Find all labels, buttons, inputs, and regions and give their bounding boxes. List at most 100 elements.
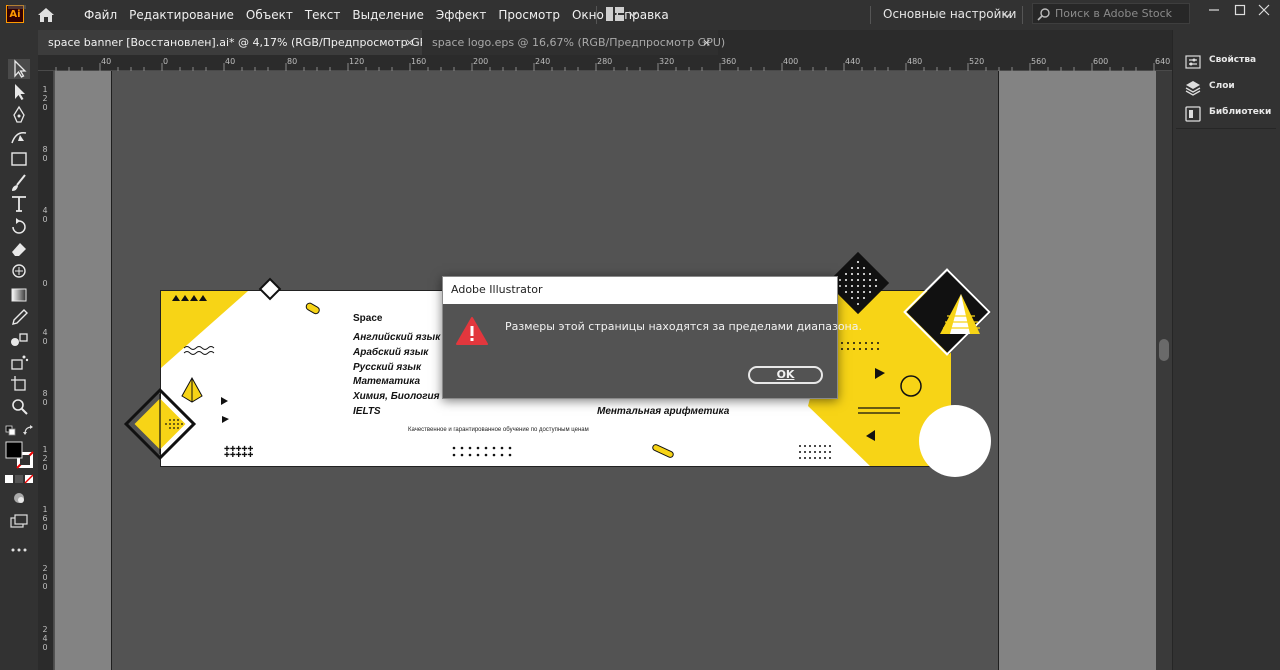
default-colors-icon[interactable] bbox=[5, 425, 19, 437]
svg-text:✚✚✚✚✚: ✚✚✚✚✚ bbox=[224, 451, 253, 459]
selection-tool[interactable] bbox=[8, 59, 30, 79]
artboard-icon bbox=[11, 376, 26, 391]
panel-layers[interactable]: Слои bbox=[1185, 78, 1280, 98]
ruler-label: 280 bbox=[597, 57, 613, 66]
horizontal-ruler[interactable]: 40 0 40 80 120 160 200 240 280 320 360 4… bbox=[38, 55, 1172, 71]
screen-mode-icon[interactable] bbox=[10, 513, 28, 529]
close-tab-icon[interactable]: × bbox=[702, 30, 711, 55]
pen-icon bbox=[13, 105, 25, 123]
panel-label: Слои bbox=[1209, 81, 1235, 91]
banner-course: Химия, Биология bbox=[353, 391, 440, 402]
search-icon bbox=[1037, 8, 1050, 21]
ruler-label: 80 bbox=[287, 57, 298, 66]
symbol-sprayer-tool[interactable] bbox=[8, 352, 30, 372]
ruler-label: 40 bbox=[225, 57, 236, 66]
workspace-switcher[interactable]: Основные настройки bbox=[883, 0, 1016, 28]
home-icon[interactable] bbox=[36, 5, 56, 25]
warning-icon bbox=[456, 317, 488, 345]
artboard-tool[interactable] bbox=[8, 374, 30, 394]
direct-selection-tool[interactable] bbox=[8, 82, 30, 102]
ruler-label: 2 0 0 bbox=[42, 564, 48, 591]
type-t-icon bbox=[12, 196, 26, 212]
zoom-tool[interactable] bbox=[8, 397, 30, 417]
warp-icon bbox=[12, 264, 26, 278]
menu-edit[interactable]: Редактирование bbox=[123, 0, 240, 30]
blend-tool[interactable] bbox=[8, 330, 30, 350]
ruler-label: 2 4 0 bbox=[42, 625, 48, 652]
menu-window[interactable]: Окно bbox=[566, 0, 610, 30]
ruler-label: 520 bbox=[969, 57, 985, 66]
banner-course: Английский язык bbox=[353, 332, 441, 343]
panel-label: Библиотеки bbox=[1209, 107, 1272, 117]
paintbrush-tool[interactable] bbox=[8, 173, 30, 193]
main-menu: Файл Редактирование Объект Текст Выделен… bbox=[78, 0, 675, 30]
curvature-pen-icon bbox=[11, 131, 27, 144]
pen-tool[interactable] bbox=[8, 105, 30, 125]
zoom-icon bbox=[12, 399, 28, 415]
fill-stroke-swatch[interactable] bbox=[5, 441, 35, 471]
eraser-icon bbox=[12, 243, 26, 256]
type-tool[interactable] bbox=[8, 194, 30, 214]
menu-effect[interactable]: Эффект bbox=[430, 0, 493, 30]
puppet-warp-tool[interactable] bbox=[8, 261, 30, 281]
gradient-tool[interactable] bbox=[8, 285, 30, 305]
rotate-tool[interactable] bbox=[8, 217, 30, 237]
curvature-tool[interactable] bbox=[8, 127, 30, 147]
menu-divider bbox=[596, 6, 597, 24]
stock-search-box[interactable] bbox=[1032, 3, 1190, 24]
ruler-label: 40 bbox=[101, 57, 112, 66]
close-tab-icon[interactable]: × bbox=[405, 30, 414, 55]
ruler-label: 600 bbox=[1093, 57, 1109, 66]
paintbrush-icon bbox=[12, 174, 26, 191]
ruler-label: 440 bbox=[845, 57, 861, 66]
more-tools-icon[interactable] bbox=[10, 546, 28, 554]
scrollbar-thumb[interactable] bbox=[1159, 339, 1169, 361]
ok-button[interactable]: OK bbox=[748, 366, 823, 384]
tab-label: space banner [Восстановлен].ai* @ 4,17% … bbox=[48, 36, 439, 49]
menu-object[interactable]: Объект bbox=[240, 0, 299, 30]
minimize-icon[interactable] bbox=[1208, 4, 1220, 16]
panel-grip-icon[interactable] bbox=[6, 4, 28, 10]
menu-view[interactable]: Просмотр bbox=[492, 0, 566, 30]
ruler-label: 360 bbox=[721, 57, 737, 66]
tab-space-logo[interactable]: space logo.eps @ 16,67% (RGB/Предпросмот… bbox=[422, 30, 725, 55]
rectangle-tool[interactable] bbox=[8, 149, 30, 169]
menu-divider bbox=[870, 6, 871, 24]
banner-course: Математика bbox=[353, 376, 421, 387]
banner-course: IELTS bbox=[353, 406, 381, 417]
chevron-down-icon[interactable] bbox=[628, 9, 638, 19]
vertical-ruler[interactable]: 1 2 0 8 0 4 0 0 4 0 8 0 1 2 0 1 6 0 2 0 … bbox=[38, 71, 54, 670]
ruler-label: 1 2 0 bbox=[42, 85, 48, 112]
swap-colors-icon[interactable] bbox=[23, 425, 35, 437]
tab-space-banner[interactable]: space banner [Восстановлен].ai* @ 4,17% … bbox=[38, 30, 439, 55]
eraser-tool[interactable] bbox=[8, 239, 30, 259]
ruler-label: 640 bbox=[1155, 57, 1171, 66]
stock-search-input[interactable] bbox=[1055, 5, 1185, 22]
menu-type[interactable]: Текст bbox=[299, 0, 347, 30]
vertical-scrollbar[interactable] bbox=[1156, 71, 1172, 670]
banner-tagline: Качественное и гарантированное обучение … bbox=[408, 427, 589, 433]
dialog-title: Adobe Illustrator bbox=[451, 283, 543, 296]
chevron-down-icon[interactable] bbox=[1002, 10, 1012, 20]
ruler-label: 560 bbox=[1031, 57, 1047, 66]
arrange-documents-icon[interactable] bbox=[606, 7, 624, 21]
close-icon[interactable] bbox=[1258, 4, 1270, 16]
eyedropper-tool[interactable] bbox=[8, 308, 30, 328]
rotate-icon bbox=[12, 218, 26, 234]
ok-button-label: OK bbox=[776, 368, 795, 381]
right-panel-dock bbox=[1172, 30, 1280, 670]
gradient-icon bbox=[11, 288, 27, 302]
banner-course: Русский язык bbox=[353, 362, 422, 373]
menu-file[interactable]: Файл bbox=[78, 0, 123, 30]
banner-title: Space bbox=[353, 313, 383, 324]
menu-select[interactable]: Выделение bbox=[346, 0, 429, 30]
maximize-icon[interactable] bbox=[1234, 4, 1246, 16]
panel-properties[interactable]: Свойства bbox=[1185, 52, 1280, 72]
ruler-label: 4 0 bbox=[42, 206, 48, 224]
draw-mode-icon[interactable] bbox=[11, 490, 27, 506]
selection-arrow-icon bbox=[14, 59, 27, 78]
panel-label: Свойства bbox=[1209, 55, 1257, 65]
ruler-label: 1 2 0 bbox=[42, 445, 48, 472]
panel-libraries[interactable]: Библиотеки bbox=[1185, 104, 1280, 124]
color-mode-icon[interactable] bbox=[5, 474, 33, 484]
